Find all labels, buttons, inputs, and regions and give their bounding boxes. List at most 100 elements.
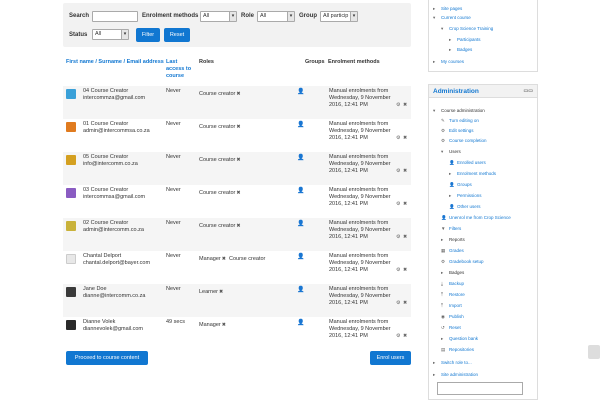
avatar[interactable]: [66, 188, 76, 198]
add-group-icon[interactable]: 👤: [297, 187, 304, 194]
avatar[interactable]: [66, 320, 76, 330]
admin-enrolled-users[interactable]: Enrolled users: [457, 160, 486, 165]
gear-icon[interactable]: ⚙: [396, 201, 400, 207]
nav-participants[interactable]: Participants: [457, 37, 481, 42]
close-icon[interactable]: ✖: [403, 234, 407, 240]
user-name-link[interactable]: Dianne Volek: [83, 319, 115, 326]
user-name-link[interactable]: 01 Course Creator: [83, 121, 128, 128]
close-icon[interactable]: ✖: [236, 223, 240, 230]
admin-reset[interactable]: Reset: [449, 325, 461, 330]
avatar[interactable]: [66, 89, 76, 99]
last-access: 49 secs: [166, 319, 185, 325]
admin-other-users[interactable]: Other users: [457, 204, 481, 209]
role-select[interactable]: All ▾: [257, 11, 295, 22]
nav-my-courses[interactable]: My courses: [441, 59, 464, 64]
admin-switch-role[interactable]: Switch role to...: [441, 360, 472, 365]
nav-badges[interactable]: Badges: [457, 47, 472, 52]
gear-icon[interactable]: ⚙: [396, 102, 400, 108]
user-name-link[interactable]: 04 Course Creator: [83, 88, 128, 95]
close-icon[interactable]: ✖: [236, 91, 240, 98]
gear-icon[interactable]: ⚙: [396, 135, 400, 141]
admin-permissions[interactable]: Permissions: [457, 193, 482, 198]
admin-enrolment-methods[interactable]: Enrolment methods: [457, 171, 496, 176]
sort-email-link[interactable]: Email address: [127, 59, 164, 65]
close-icon[interactable]: ✖: [403, 168, 407, 174]
close-icon[interactable]: ✖: [403, 201, 407, 207]
add-group-icon[interactable]: 👤: [297, 88, 304, 95]
admin-search-input[interactable]: [437, 382, 523, 395]
admin-course-completion[interactable]: Course completion: [449, 138, 487, 143]
reset-button[interactable]: Reset: [164, 28, 190, 42]
status-select[interactable]: All ▾: [92, 29, 129, 40]
gear-icon[interactable]: ⚙: [396, 168, 400, 174]
admin-filters[interactable]: Filters: [449, 226, 461, 231]
gear-icon[interactable]: ⚙: [396, 267, 400, 273]
admin-edit-settings[interactable]: Edit settings: [449, 128, 474, 133]
avatar[interactable]: [66, 287, 76, 297]
admin-publish[interactable]: Publish: [449, 314, 464, 319]
user-name-link[interactable]: Chantal Delport: [83, 253, 121, 260]
admin-turn-editing-on[interactable]: Turn editing on: [449, 118, 479, 123]
search-input[interactable]: [92, 11, 138, 22]
user-name-link[interactable]: Jane Doe: [83, 286, 107, 293]
close-icon[interactable]: ✖: [403, 135, 407, 141]
nav-site-pages[interactable]: Site pages: [441, 6, 462, 11]
close-icon[interactable]: ✖: [222, 322, 226, 329]
avatar[interactable]: [66, 221, 76, 231]
close-icon[interactable]: ✖: [222, 256, 226, 263]
admin-reports[interactable]: Reports: [449, 237, 465, 242]
nav-current-course[interactable]: Current course: [441, 15, 471, 20]
close-icon[interactable]: ✖: [403, 102, 407, 108]
add-group-icon[interactable]: 👤: [297, 319, 304, 326]
close-icon[interactable]: ✖: [236, 190, 240, 197]
proceed-to-course-button[interactable]: Proceed to course content: [66, 351, 148, 365]
close-icon[interactable]: ✖: [236, 124, 240, 131]
sort-first-name-link[interactable]: First name: [66, 59, 94, 65]
gear-icon[interactable]: ⚙: [396, 234, 400, 240]
close-icon[interactable]: ✖: [236, 157, 240, 164]
admin-backup[interactable]: Backup: [449, 281, 464, 286]
role-label: Course creator: [199, 157, 236, 163]
gear-icon[interactable]: ⚙: [396, 333, 400, 339]
gear-icon[interactable]: ⚙: [396, 300, 400, 306]
admin-badges[interactable]: Badges: [449, 270, 464, 275]
table-row: Chantal Delport chantal.delport@bayer.co…: [63, 251, 411, 284]
admin-repositories[interactable]: Repositories: [449, 347, 474, 352]
add-group-icon[interactable]: 👤: [297, 154, 304, 161]
scroll-to-top-button[interactable]: [588, 345, 600, 359]
add-group-icon[interactable]: 👤: [297, 286, 304, 293]
admin-site-administration[interactable]: Site administration: [441, 372, 478, 377]
avatar[interactable]: [66, 122, 76, 132]
admin-groups[interactable]: Groups: [457, 182, 472, 187]
close-icon[interactable]: ✖: [219, 289, 223, 296]
sort-surname-link[interactable]: Surname: [98, 59, 122, 65]
admin-import[interactable]: Import: [449, 303, 462, 308]
avatar[interactable]: [66, 254, 76, 264]
last-access: Never: [166, 286, 181, 292]
user-name-link[interactable]: 05 Course Creator: [83, 154, 128, 161]
admin-unenrol-me[interactable]: Unenrol me from Crop Science: [449, 215, 511, 220]
admin-grades[interactable]: Grades: [449, 248, 464, 253]
group-select[interactable]: All particip ▾: [320, 11, 358, 22]
header-name-email[interactable]: First name / Surname / Email address: [66, 59, 166, 66]
admin-course-administration[interactable]: Course administration: [441, 108, 485, 113]
admin-gradebook-setup[interactable]: Gradebook setup: [449, 259, 484, 264]
avatar[interactable]: [66, 155, 76, 165]
add-group-icon[interactable]: 👤: [297, 121, 304, 128]
close-icon[interactable]: ✖: [403, 267, 407, 273]
admin-users[interactable]: Users: [449, 149, 461, 154]
close-icon[interactable]: ✖: [403, 300, 407, 306]
nav-course-name[interactable]: Crop Science Training: [449, 26, 493, 31]
close-icon[interactable]: ✖: [403, 333, 407, 339]
user-name-link[interactable]: 03 Course Creator: [83, 187, 128, 194]
admin-question-bank[interactable]: Question bank: [449, 336, 478, 341]
enrol-users-button[interactable]: Enrol users: [370, 351, 411, 365]
admin-restore[interactable]: Restore: [449, 292, 465, 297]
add-group-icon[interactable]: 👤: [297, 253, 304, 260]
add-group-icon[interactable]: 👤: [297, 220, 304, 227]
enrol-methods-select[interactable]: All ▾: [200, 11, 237, 22]
user-name-link[interactable]: 02 Course Creator: [83, 220, 128, 227]
sort-last-access-link[interactable]: Last access to course: [166, 59, 196, 80]
filter-button[interactable]: Filter: [136, 28, 160, 42]
block-controls-icon[interactable]: ▭▭: [524, 85, 533, 98]
